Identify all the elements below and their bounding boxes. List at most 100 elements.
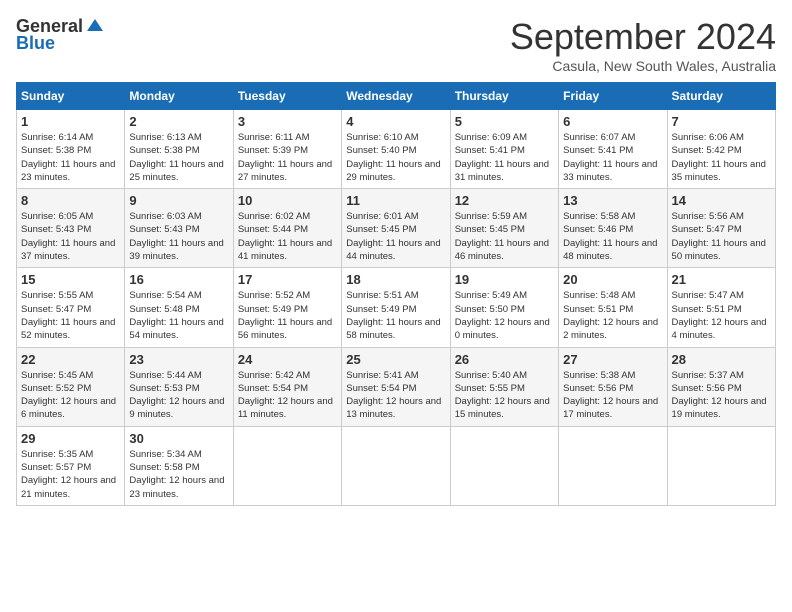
calendar-week-row: 15 Sunrise: 5:55 AMSunset: 5:47 PMDaylig… bbox=[17, 268, 776, 347]
calendar-cell bbox=[342, 426, 450, 505]
calendar-cell: 11 Sunrise: 6:01 AMSunset: 5:45 PMDaylig… bbox=[342, 189, 450, 268]
day-info: Sunrise: 5:59 AMSunset: 5:45 PMDaylight:… bbox=[455, 211, 549, 262]
weekday-header: Thursday bbox=[450, 83, 558, 110]
day-info: Sunrise: 5:35 AMSunset: 5:57 PMDaylight:… bbox=[21, 449, 116, 500]
day-number: 26 bbox=[455, 352, 554, 367]
day-info: Sunrise: 5:41 AMSunset: 5:54 PMDaylight:… bbox=[346, 370, 441, 421]
page-header: General Blue September 2024 Casula, New … bbox=[16, 16, 776, 74]
day-info: Sunrise: 5:56 AMSunset: 5:47 PMDaylight:… bbox=[672, 211, 766, 262]
day-number: 27 bbox=[563, 352, 662, 367]
day-info: Sunrise: 5:42 AMSunset: 5:54 PMDaylight:… bbox=[238, 370, 333, 421]
day-number: 17 bbox=[238, 272, 337, 287]
day-number: 29 bbox=[21, 431, 120, 446]
weekday-header: Monday bbox=[125, 83, 233, 110]
calendar-cell: 25 Sunrise: 5:41 AMSunset: 5:54 PMDaylig… bbox=[342, 347, 450, 426]
weekday-header: Sunday bbox=[17, 83, 125, 110]
title-section: September 2024 Casula, New South Wales, … bbox=[510, 16, 776, 74]
day-number: 24 bbox=[238, 352, 337, 367]
day-info: Sunrise: 6:01 AMSunset: 5:45 PMDaylight:… bbox=[346, 211, 440, 262]
calendar-cell: 19 Sunrise: 5:49 AMSunset: 5:50 PMDaylig… bbox=[450, 268, 558, 347]
weekday-header: Tuesday bbox=[233, 83, 341, 110]
calendar-cell: 24 Sunrise: 5:42 AMSunset: 5:54 PMDaylig… bbox=[233, 347, 341, 426]
calendar-week-row: 8 Sunrise: 6:05 AMSunset: 5:43 PMDayligh… bbox=[17, 189, 776, 268]
calendar-cell: 12 Sunrise: 5:59 AMSunset: 5:45 PMDaylig… bbox=[450, 189, 558, 268]
day-info: Sunrise: 5:34 AMSunset: 5:58 PMDaylight:… bbox=[129, 449, 224, 500]
calendar-cell: 10 Sunrise: 6:02 AMSunset: 5:44 PMDaylig… bbox=[233, 189, 341, 268]
calendar-cell: 23 Sunrise: 5:44 AMSunset: 5:53 PMDaylig… bbox=[125, 347, 233, 426]
calendar-cell: 9 Sunrise: 6:03 AMSunset: 5:43 PMDayligh… bbox=[125, 189, 233, 268]
day-info: Sunrise: 6:10 AMSunset: 5:40 PMDaylight:… bbox=[346, 132, 440, 183]
day-number: 2 bbox=[129, 114, 228, 129]
day-number: 22 bbox=[21, 352, 120, 367]
day-number: 21 bbox=[672, 272, 771, 287]
calendar-cell bbox=[450, 426, 558, 505]
day-number: 11 bbox=[346, 193, 445, 208]
day-number: 25 bbox=[346, 352, 445, 367]
calendar-week-row: 22 Sunrise: 5:45 AMSunset: 5:52 PMDaylig… bbox=[17, 347, 776, 426]
calendar-week-row: 29 Sunrise: 5:35 AMSunset: 5:57 PMDaylig… bbox=[17, 426, 776, 505]
calendar-cell: 7 Sunrise: 6:06 AMSunset: 5:42 PMDayligh… bbox=[667, 110, 775, 189]
calendar-cell: 17 Sunrise: 5:52 AMSunset: 5:49 PMDaylig… bbox=[233, 268, 341, 347]
day-number: 6 bbox=[563, 114, 662, 129]
calendar-cell: 1 Sunrise: 6:14 AMSunset: 5:38 PMDayligh… bbox=[17, 110, 125, 189]
calendar-cell: 13 Sunrise: 5:58 AMSunset: 5:46 PMDaylig… bbox=[559, 189, 667, 268]
day-info: Sunrise: 6:02 AMSunset: 5:44 PMDaylight:… bbox=[238, 211, 332, 262]
day-info: Sunrise: 5:47 AMSunset: 5:51 PMDaylight:… bbox=[672, 290, 767, 341]
day-number: 28 bbox=[672, 352, 771, 367]
calendar-cell: 26 Sunrise: 5:40 AMSunset: 5:55 PMDaylig… bbox=[450, 347, 558, 426]
calendar-cell: 8 Sunrise: 6:05 AMSunset: 5:43 PMDayligh… bbox=[17, 189, 125, 268]
calendar-cell: 21 Sunrise: 5:47 AMSunset: 5:51 PMDaylig… bbox=[667, 268, 775, 347]
day-info: Sunrise: 5:45 AMSunset: 5:52 PMDaylight:… bbox=[21, 370, 116, 421]
day-info: Sunrise: 6:14 AMSunset: 5:38 PMDaylight:… bbox=[21, 132, 115, 183]
day-number: 5 bbox=[455, 114, 554, 129]
day-info: Sunrise: 6:07 AMSunset: 5:41 PMDaylight:… bbox=[563, 132, 657, 183]
day-number: 16 bbox=[129, 272, 228, 287]
calendar-cell: 18 Sunrise: 5:51 AMSunset: 5:49 PMDaylig… bbox=[342, 268, 450, 347]
calendar-cell: 27 Sunrise: 5:38 AMSunset: 5:56 PMDaylig… bbox=[559, 347, 667, 426]
day-number: 4 bbox=[346, 114, 445, 129]
day-info: Sunrise: 6:05 AMSunset: 5:43 PMDaylight:… bbox=[21, 211, 115, 262]
day-number: 8 bbox=[21, 193, 120, 208]
calendar-cell bbox=[667, 426, 775, 505]
day-number: 14 bbox=[672, 193, 771, 208]
day-info: Sunrise: 5:52 AMSunset: 5:49 PMDaylight:… bbox=[238, 290, 332, 341]
calendar-cell: 4 Sunrise: 6:10 AMSunset: 5:40 PMDayligh… bbox=[342, 110, 450, 189]
calendar-cell: 29 Sunrise: 5:35 AMSunset: 5:57 PMDaylig… bbox=[17, 426, 125, 505]
day-number: 13 bbox=[563, 193, 662, 208]
calendar-cell: 28 Sunrise: 5:37 AMSunset: 5:56 PMDaylig… bbox=[667, 347, 775, 426]
calendar-cell bbox=[559, 426, 667, 505]
day-number: 20 bbox=[563, 272, 662, 287]
calendar-cell: 2 Sunrise: 6:13 AMSunset: 5:38 PMDayligh… bbox=[125, 110, 233, 189]
day-number: 1 bbox=[21, 114, 120, 129]
calendar-cell: 22 Sunrise: 5:45 AMSunset: 5:52 PMDaylig… bbox=[17, 347, 125, 426]
day-info: Sunrise: 5:49 AMSunset: 5:50 PMDaylight:… bbox=[455, 290, 550, 341]
day-info: Sunrise: 5:37 AMSunset: 5:56 PMDaylight:… bbox=[672, 370, 767, 421]
day-info: Sunrise: 5:44 AMSunset: 5:53 PMDaylight:… bbox=[129, 370, 224, 421]
calendar-table: SundayMondayTuesdayWednesdayThursdayFrid… bbox=[16, 82, 776, 506]
day-info: Sunrise: 6:06 AMSunset: 5:42 PMDaylight:… bbox=[672, 132, 766, 183]
day-number: 12 bbox=[455, 193, 554, 208]
calendar-cell: 16 Sunrise: 5:54 AMSunset: 5:48 PMDaylig… bbox=[125, 268, 233, 347]
day-number: 19 bbox=[455, 272, 554, 287]
location-subtitle: Casula, New South Wales, Australia bbox=[510, 58, 776, 74]
day-number: 18 bbox=[346, 272, 445, 287]
weekday-header: Wednesday bbox=[342, 83, 450, 110]
logo-icon bbox=[85, 17, 105, 37]
day-info: Sunrise: 5:55 AMSunset: 5:47 PMDaylight:… bbox=[21, 290, 115, 341]
day-info: Sunrise: 6:11 AMSunset: 5:39 PMDaylight:… bbox=[238, 132, 332, 183]
calendar-cell bbox=[233, 426, 341, 505]
day-info: Sunrise: 5:48 AMSunset: 5:51 PMDaylight:… bbox=[563, 290, 658, 341]
calendar-cell: 3 Sunrise: 6:11 AMSunset: 5:39 PMDayligh… bbox=[233, 110, 341, 189]
day-number: 3 bbox=[238, 114, 337, 129]
calendar-header-row: SundayMondayTuesdayWednesdayThursdayFrid… bbox=[17, 83, 776, 110]
day-number: 23 bbox=[129, 352, 228, 367]
day-info: Sunrise: 6:03 AMSunset: 5:43 PMDaylight:… bbox=[129, 211, 223, 262]
calendar-cell: 5 Sunrise: 6:09 AMSunset: 5:41 PMDayligh… bbox=[450, 110, 558, 189]
weekday-header: Friday bbox=[559, 83, 667, 110]
day-number: 15 bbox=[21, 272, 120, 287]
logo-blue-text: Blue bbox=[16, 33, 55, 54]
logo: General Blue bbox=[16, 16, 105, 54]
day-number: 30 bbox=[129, 431, 228, 446]
day-info: Sunrise: 5:54 AMSunset: 5:48 PMDaylight:… bbox=[129, 290, 223, 341]
day-number: 9 bbox=[129, 193, 228, 208]
